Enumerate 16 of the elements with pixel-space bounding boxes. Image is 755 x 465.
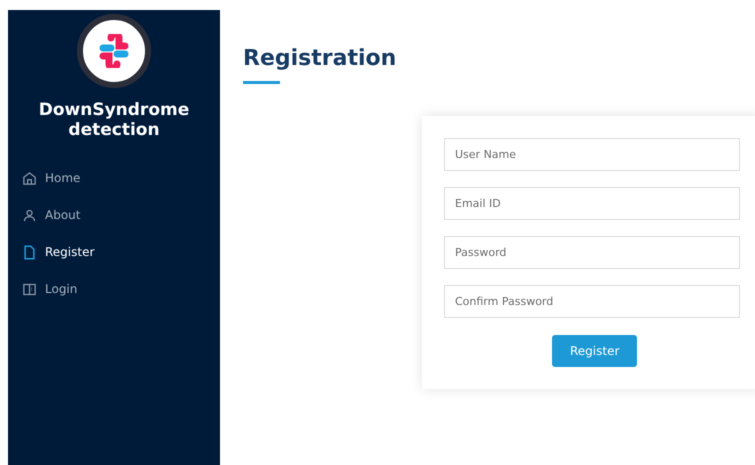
input-field[interactable]: Confirm Password bbox=[444, 285, 740, 318]
cross-logo-icon bbox=[97, 34, 131, 68]
input-field[interactable]: Email ID bbox=[444, 187, 740, 220]
brand-name: DownSyndrome detection bbox=[38, 100, 190, 141]
panel-icon bbox=[22, 282, 37, 297]
user-icon bbox=[22, 208, 37, 223]
home-icon bbox=[22, 170, 37, 186]
nav-link[interactable]: About bbox=[22, 208, 220, 223]
page-title: Registration bbox=[243, 46, 398, 71]
nav-link[interactable]: Login bbox=[22, 282, 220, 297]
document-icon bbox=[22, 244, 37, 260]
input-field[interactable]: Password bbox=[444, 236, 740, 269]
title-underline bbox=[243, 81, 280, 84]
nav-link[interactable]: Register bbox=[22, 244, 220, 260]
input-field[interactable]: User Name bbox=[444, 138, 740, 171]
nav-link[interactable]: Home bbox=[22, 170, 220, 186]
